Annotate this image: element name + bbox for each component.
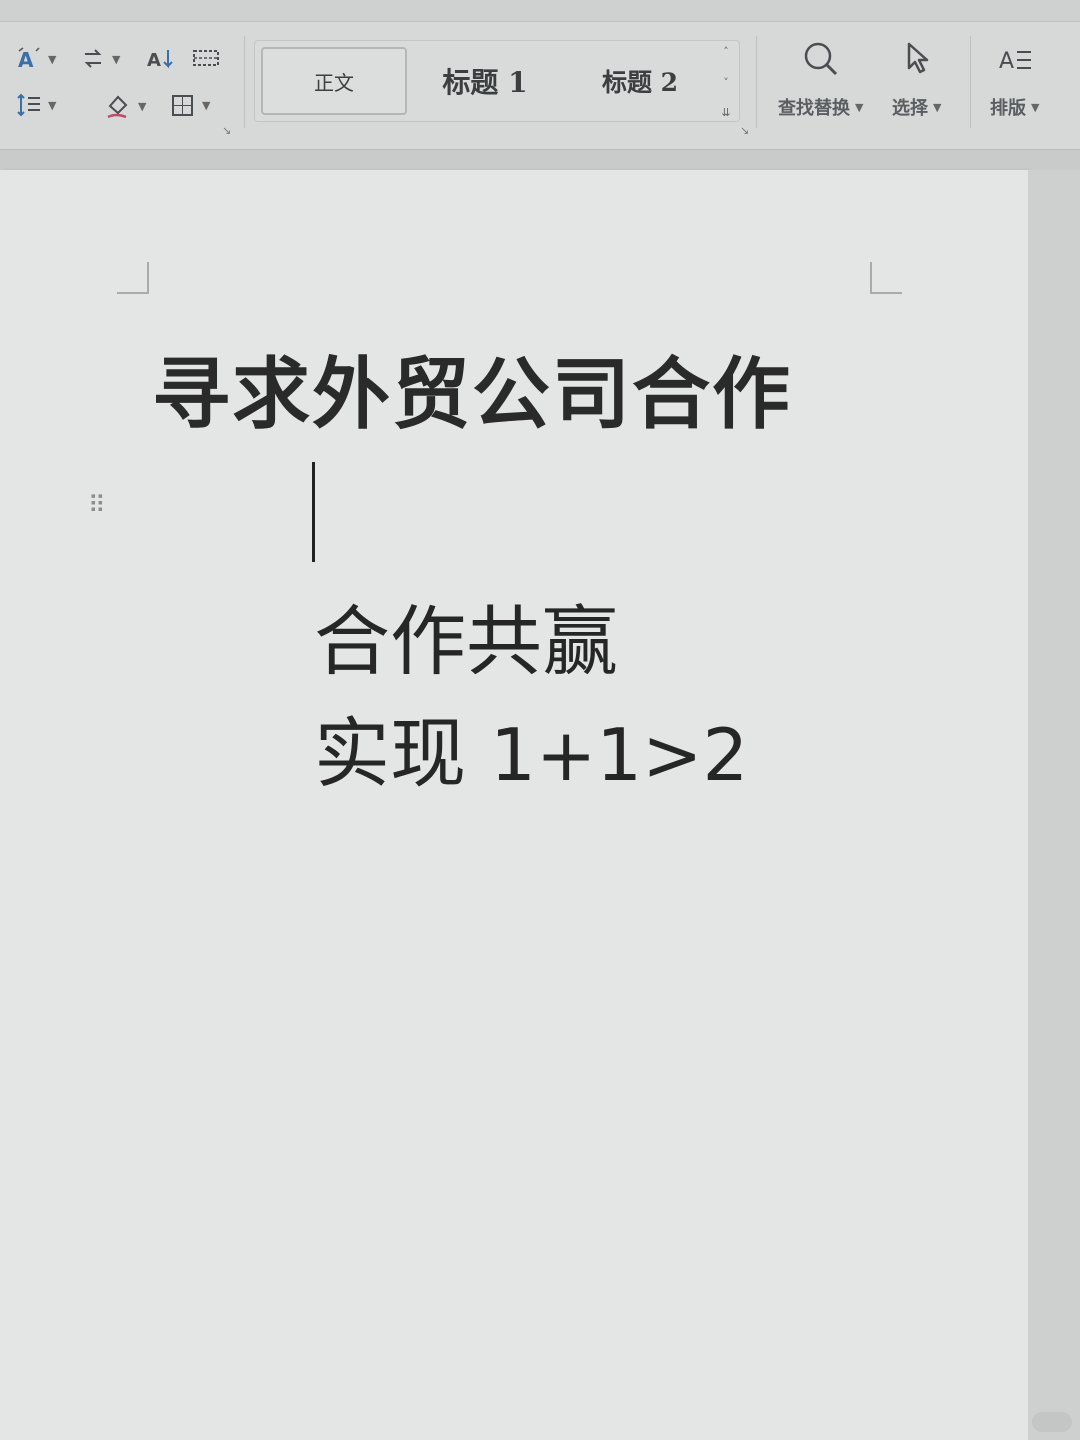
select-button[interactable]: 选择 ▼ (892, 40, 941, 120)
table-grid-icon (192, 46, 220, 72)
svg-text:A: A (999, 49, 1014, 74)
text-direction-icon (80, 46, 106, 72)
styles-gallery: 正文 标题 1 标题 2 ˄ ˅ ⇊ (254, 40, 740, 122)
paragraph-drag-handle-icon[interactable]: ⠿ (88, 493, 107, 517)
line-2-formula: 1+1>2 (490, 713, 749, 797)
search-icon (801, 40, 841, 84)
chevron-down-icon: ▼ (138, 99, 147, 113)
find-replace-label: 查找替换 (778, 98, 850, 119)
text-cursor (312, 462, 315, 562)
svg-text:A: A (18, 48, 34, 72)
chevron-down-icon: ▼ (48, 52, 57, 66)
table-grid-button[interactable] (192, 46, 220, 72)
right-gutter (1028, 170, 1080, 1440)
group-divider (756, 36, 757, 128)
document-title[interactable]: 寻求外贸公司合作 (152, 332, 792, 444)
ribbon-toolbar: A ▼ ▼ A ▼ ▼ ▼ ↘ 正文 标题 1 标题 2 ˄ ˅ ⇊ ↘ 查找替… (0, 0, 1080, 150)
chevron-down-icon: ▼ (48, 98, 57, 112)
chevron-down-icon: ▼ (112, 52, 121, 66)
line-2-prefix: 实现 (314, 709, 466, 798)
find-replace-button[interactable]: 查找替换 ▼ (778, 40, 863, 120)
chevron-down-icon: ▼ (202, 98, 211, 112)
typesetting-icon: A (995, 40, 1035, 84)
sort-icon: A (146, 46, 176, 72)
watermark-badge (1032, 1412, 1072, 1432)
line-spacing-button[interactable]: ▼ (16, 92, 56, 118)
cursor-select-icon (897, 40, 937, 84)
expand-gallery-icon[interactable]: ⇊ (721, 106, 730, 119)
margin-corner-top-right (870, 262, 902, 294)
style-normal[interactable]: 正文 (261, 47, 407, 115)
svg-text:A: A (147, 50, 161, 71)
border-icon (170, 92, 196, 118)
group-divider (244, 36, 245, 128)
chevron-up-icon[interactable]: ˄ (723, 45, 729, 58)
paragraph-dialog-launcher[interactable]: ↘ (222, 124, 231, 137)
font-effects-icon: A (16, 46, 42, 72)
typesetting-button[interactable]: A 排版 ▼ (990, 40, 1039, 120)
chevron-down-icon[interactable]: ˅ (723, 76, 729, 89)
document-page[interactable]: 寻求外贸公司合作 ⠿ 合作共赢 实现 1+1>2 (0, 170, 1028, 1440)
chevron-down-icon: ▼ (1031, 100, 1040, 114)
border-button[interactable]: ▼ (170, 92, 210, 118)
layout-label: 排版 (990, 98, 1026, 119)
shading-button[interactable]: ▼ (104, 92, 146, 120)
gallery-scroll[interactable]: ˄ ˅ ⇊ (717, 45, 735, 119)
tab-strip (0, 0, 1080, 22)
margin-corner-top-left (117, 262, 149, 294)
font-effects-button[interactable]: A ▼ (16, 46, 56, 72)
style-heading-2[interactable]: 标题 2 (585, 47, 695, 115)
chevron-down-icon: ▼ (855, 100, 864, 114)
document-line-2[interactable]: 实现 1+1>2 (314, 692, 748, 802)
shading-icon (104, 92, 132, 120)
sort-button[interactable]: A (146, 46, 176, 72)
select-label: 选择 (892, 98, 928, 119)
chevron-down-icon: ▼ (933, 100, 942, 114)
group-divider (970, 36, 971, 128)
document-line-1[interactable]: 合作共赢 (314, 580, 618, 690)
style-heading-1[interactable]: 标题 1 (425, 47, 545, 115)
line-spacing-icon (16, 92, 42, 118)
styles-dialog-launcher[interactable]: ↘ (740, 124, 749, 137)
text-direction-button[interactable]: ▼ (80, 46, 120, 72)
